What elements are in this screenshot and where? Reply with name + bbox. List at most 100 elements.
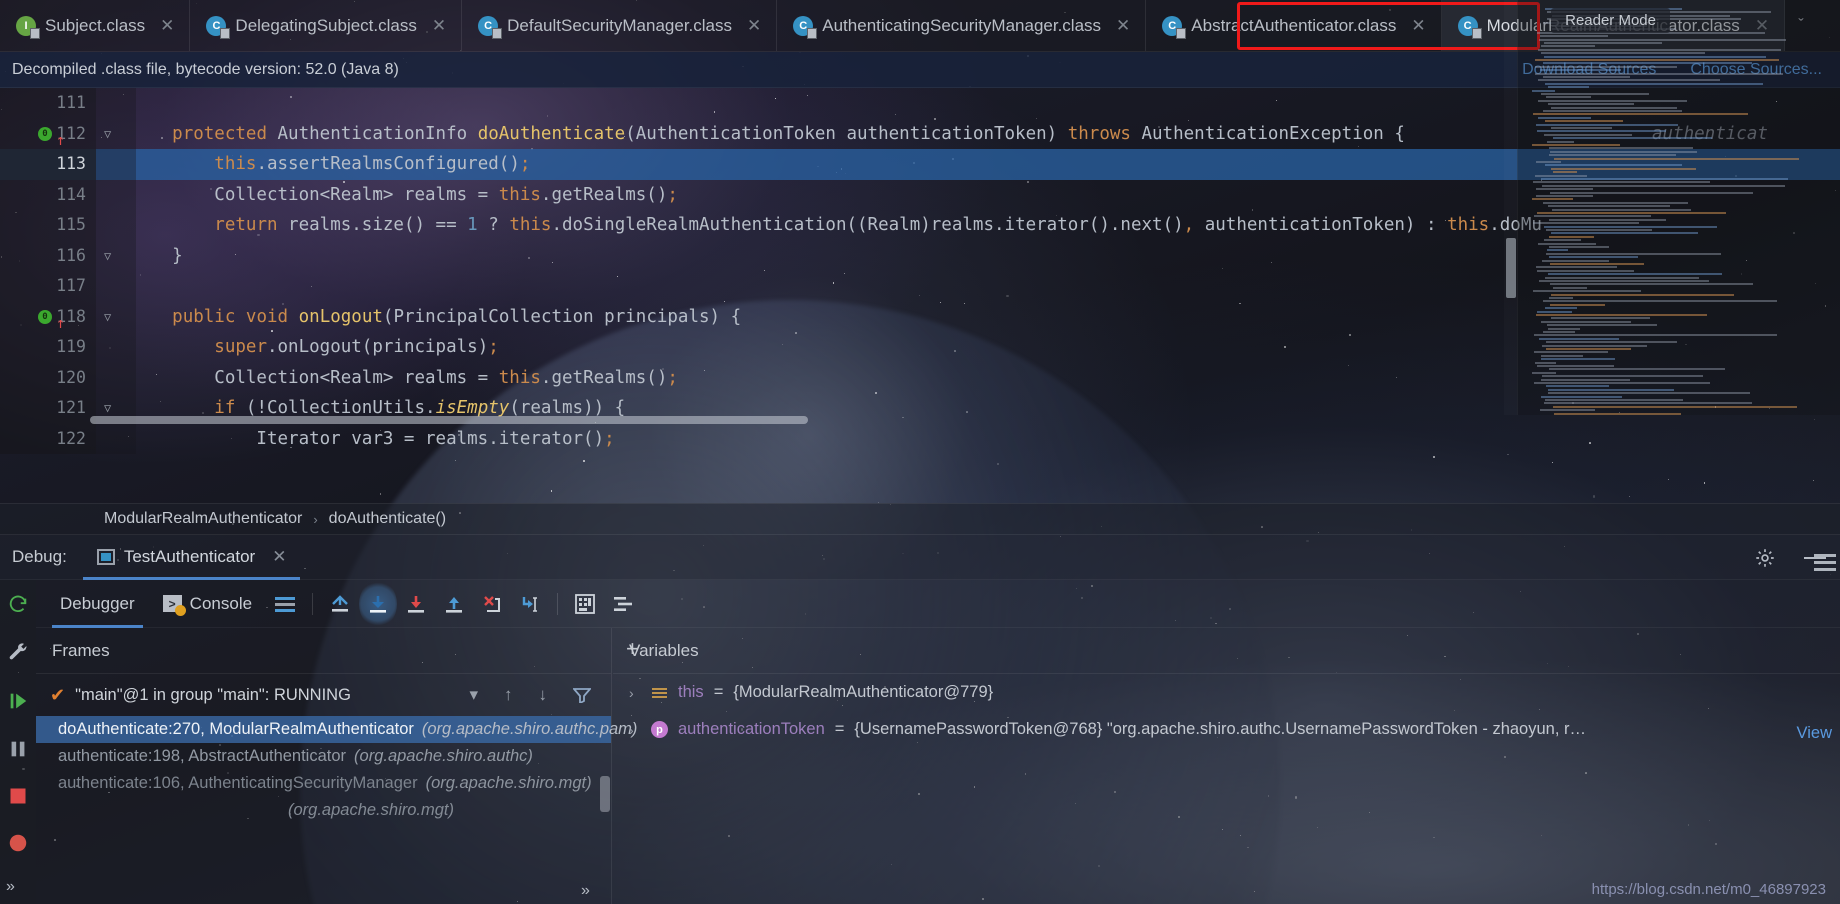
resume-program-icon[interactable] — [7, 690, 29, 712]
breadcrumb: ModularRealmAuthenticator › doAuthentica… — [0, 503, 1840, 535]
tab-console-label: Console — [189, 593, 253, 613]
minimap-line — [1541, 259, 1610, 262]
minimap-line — [1533, 334, 1778, 337]
tab-close-icon[interactable]: ✕ — [747, 16, 761, 36]
variable-row-this[interactable]: › this = {ModularRealmAuthenticator@779} — [613, 674, 1840, 711]
mute-breakpoints-icon[interactable] — [604, 580, 642, 628]
minimap-line — [1532, 290, 1641, 293]
editor-horizontal-scrollbar[interactable] — [90, 416, 808, 424]
breakpoint-icon[interactable]: 0 — [38, 309, 52, 324]
editor-tab-authenticatingsecuritymanager[interactable]: C AuthenticatingSecurityManager.class ✕ — [777, 0, 1147, 51]
tab-console[interactable]: > Console — [149, 580, 266, 628]
frames-up-icon[interactable]: ↑ — [496, 685, 521, 705]
code-token: .getRealms() — [540, 367, 668, 388]
editor-minimap[interactable] — [1517, 0, 1840, 415]
class-icon: C — [1457, 15, 1482, 39]
variable-row-authenticationtoken[interactable]: › p authenticationToken = {UsernamePassw… — [613, 711, 1840, 748]
debug-session-tab[interactable]: TestAuthenticator ✕ — [82, 535, 301, 580]
frames-down-icon[interactable]: ↓ — [531, 685, 556, 705]
code-token: this — [509, 215, 552, 235]
code-line[interactable]: 122 Iterator var3 = realms.iterator(); — [0, 423, 1840, 454]
frames-filter-icon[interactable] — [565, 687, 599, 703]
code-text: this.assertRealmsConfigured(); — [130, 149, 530, 180]
editor-tab-delegatingsubject[interactable]: C DelegatingSubject.class ✕ — [190, 0, 463, 51]
code-text: public void onLogout(PrincipalCollection… — [130, 302, 741, 333]
expand-frames-icon[interactable]: » — [581, 882, 590, 900]
toolbar-separator — [312, 592, 314, 615]
thread-dropdown-icon[interactable]: ▾ — [461, 685, 486, 705]
minimap-line — [1532, 198, 1573, 201]
frames-scrollbar-thumb[interactable] — [600, 776, 610, 812]
minimap-line — [1543, 55, 1766, 58]
debug-panel-right-icon[interactable] — [1814, 554, 1836, 571]
minimap-line — [1550, 167, 1697, 170]
tab-debugger[interactable]: Debugger — [46, 580, 149, 628]
run-to-cursor-icon[interactable] — [511, 580, 549, 628]
force-step-into-icon[interactable] — [473, 580, 511, 628]
code-token: ; — [667, 367, 678, 388]
editor-vertical-scrollbar-track[interactable] — [1504, 0, 1517, 415]
minimap-line — [1551, 208, 1691, 211]
view-value-link[interactable]: View — [1797, 724, 1832, 743]
variable-value: {ModularRealmAuthenticator@779} — [733, 683, 994, 701]
thread-selector-row[interactable]: ✔ "main"@1 in group "main": RUNNING ▾ ↑ … — [36, 674, 611, 716]
tab-close-icon[interactable]: ✕ — [1411, 16, 1425, 36]
minimap-line — [1551, 293, 1734, 296]
minimap-line — [1537, 116, 1592, 119]
tab-close-icon[interactable]: ✕ — [1116, 16, 1130, 36]
evaluate-expression-icon[interactable] — [566, 580, 604, 628]
minimap-line — [1533, 181, 1711, 184]
show-execution-point-icon[interactable] — [321, 580, 359, 628]
chevron-right-icon[interactable]: › — [629, 722, 641, 738]
frame-label: authenticate:106, AuthenticatingSecurity… — [58, 774, 418, 792]
edit-configurations-icon[interactable] — [7, 642, 29, 664]
pause-program-icon[interactable] — [7, 738, 29, 760]
layout-settings-icon[interactable] — [266, 580, 304, 628]
step-over-icon[interactable] — [359, 579, 398, 628]
frame-label: doAuthenticate:270, ModularRealmAuthenti… — [58, 720, 414, 738]
fold-marker-icon[interactable]: ▽ — [104, 302, 111, 333]
breadcrumb-method[interactable]: doAuthenticate() — [329, 510, 446, 528]
tab-close-icon[interactable]: ✕ — [432, 16, 446, 36]
fold-marker-icon[interactable]: ▽ — [104, 119, 111, 150]
expand-left-toolbar-icon[interactable]: » — [6, 878, 15, 896]
gutter-markers[interactable] — [96, 88, 136, 119]
minimap-line — [1550, 263, 1645, 265]
editor-tab-abstractauthenticator[interactable]: C AbstractAuthenticator.class ✕ — [1146, 0, 1442, 51]
step-out-icon[interactable] — [435, 580, 473, 628]
minimap-line — [1545, 348, 1631, 350]
code-token: authenticationToken) : — [1194, 215, 1448, 235]
minimap-line — [1540, 93, 1650, 95]
breadcrumb-class[interactable]: ModularRealmAuthenticator — [104, 510, 302, 528]
session-close-icon[interactable]: ✕ — [272, 547, 286, 567]
tab-close-icon[interactable]: ✕ — [160, 16, 174, 36]
breakpoint-icon[interactable]: 0 — [38, 126, 52, 141]
toolbar-separator-2 — [557, 592, 559, 615]
line-number: 121 — [0, 393, 96, 424]
view-breakpoints-icon[interactable] — [7, 832, 29, 854]
minimap-line — [1546, 229, 1652, 231]
minimap-line — [1537, 79, 1721, 82]
fold-marker-icon[interactable]: ▽ — [104, 241, 111, 272]
minimap-line — [1538, 48, 1782, 51]
rerun-icon[interactable] — [7, 594, 29, 616]
frames-title: Frames — [36, 628, 611, 674]
minimap-line — [1536, 365, 1614, 367]
step-into-icon[interactable] — [397, 580, 435, 628]
stop-icon[interactable] — [8, 786, 28, 806]
gear-icon[interactable] — [1754, 547, 1776, 569]
code-token: if — [214, 398, 236, 418]
frame-row[interactable]: authenticate:106, AuthenticatingSecurity… — [36, 770, 611, 797]
frame-row[interactable]: (org.apache.shiro.mgt) — [36, 797, 611, 824]
gutter-markers[interactable] — [96, 271, 136, 302]
frame-row[interactable]: authenticate:198, AbstractAuthenticator … — [36, 743, 611, 770]
minimap-line — [1541, 354, 1583, 357]
banner-message: Decompiled .class file, bytecode version… — [12, 60, 399, 78]
reader-mode-button[interactable]: Reader Mode — [1551, 8, 1670, 33]
editor-tab-defaultsecuritymanager[interactable]: C DefaultSecurityManager.class ✕ — [462, 0, 778, 51]
editor-tab-subject[interactable]: I Subject.class ✕ — [0, 0, 191, 51]
chevron-right-icon[interactable]: › — [629, 685, 641, 701]
editor-vertical-scrollbar-thumb[interactable] — [1506, 238, 1516, 298]
class-icon: C — [1162, 15, 1187, 39]
frame-row[interactable]: doAuthenticate:270, ModularRealmAuthenti… — [36, 716, 637, 743]
